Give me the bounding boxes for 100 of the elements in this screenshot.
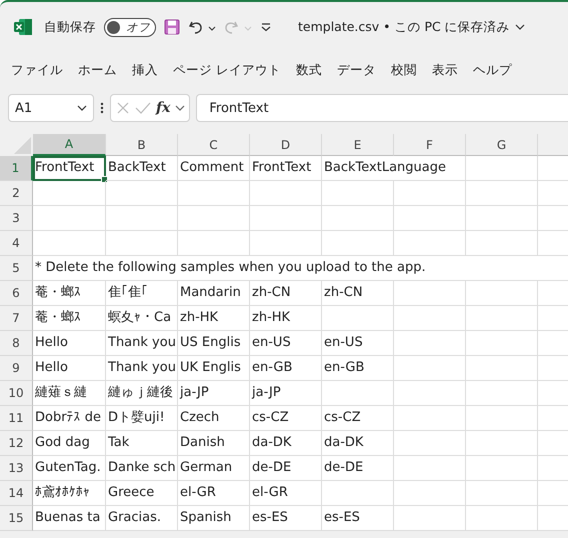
row-header[interactable]: 7: [0, 306, 33, 331]
row-header[interactable]: 8: [0, 331, 33, 356]
table-cell: Hello: [33, 356, 106, 381]
ribbon-tab[interactable]: ホーム: [71, 56, 125, 84]
row-header[interactable]: 1: [0, 156, 33, 181]
table-cell: Czech: [178, 406, 250, 431]
column-header[interactable]: D: [250, 134, 322, 156]
empty-cell: [394, 306, 466, 331]
table-cell: Dト嬖uji!: [106, 406, 178, 431]
table-cell: es-ES: [250, 506, 322, 531]
chevron-down-icon: [514, 23, 525, 31]
table-cell: zh-CN: [322, 281, 394, 306]
row-header[interactable]: 2: [0, 181, 33, 206]
table-cell: BackTextLanguage: [322, 156, 466, 181]
ribbon-tab[interactable]: 挿入: [125, 56, 166, 84]
empty-cell: [106, 231, 178, 256]
ribbon-tab[interactable]: 表示: [424, 56, 466, 84]
empty-cell: [466, 156, 538, 181]
table-cell: BackText: [106, 156, 178, 181]
undo-icon[interactable]: [188, 19, 216, 35]
table-cell: es-ES: [322, 506, 394, 531]
table-cell: Gracias.: [106, 506, 178, 531]
table-cell: ja-JP: [250, 381, 322, 406]
empty-cell: [394, 456, 466, 481]
column-header[interactable]: E: [322, 134, 394, 156]
table-cell: Greece: [106, 481, 178, 506]
table-cell: cs-CZ: [322, 406, 394, 431]
table-cell: Spanish: [178, 506, 250, 531]
table-cell: Danish: [178, 431, 250, 456]
column-header[interactable]: A: [33, 134, 106, 156]
empty-cell: [394, 181, 466, 206]
more-options-icon[interactable]: [100, 102, 104, 114]
empty-cell: [394, 431, 466, 456]
ribbon-tab[interactable]: ファイル: [4, 56, 71, 84]
column-header[interactable]: F: [394, 134, 466, 156]
table-cell: FrontText: [250, 156, 322, 181]
ribbon-tab[interactable]: データ: [330, 56, 384, 84]
empty-cell: [466, 206, 538, 231]
empty-cell: [394, 206, 466, 231]
empty-cell: [250, 181, 322, 206]
table-cell: de-DE: [250, 456, 322, 481]
chevron-down-icon: [77, 104, 87, 112]
empty-cell: [106, 206, 178, 231]
empty-cell: [106, 181, 178, 206]
row-header[interactable]: 12: [0, 431, 33, 456]
name-box[interactable]: A1: [8, 94, 94, 122]
table-cell: Buenas ta: [33, 506, 106, 531]
table-cell: ﾎ鳶ｵﾎｹﾎｬ: [33, 481, 106, 506]
column-header[interactable]: C: [178, 134, 250, 156]
empty-cell: [466, 331, 538, 356]
row-header[interactable]: 11: [0, 406, 33, 431]
ribbon-tab[interactable]: 校閲: [384, 56, 425, 84]
empty-cell: [466, 306, 538, 331]
table-cell: Thank you: [106, 356, 178, 381]
empty-cell: [322, 181, 394, 206]
row-header[interactable]: 9: [0, 356, 33, 381]
empty-cell: [178, 206, 250, 231]
row-header[interactable]: 13: [0, 456, 33, 481]
table-cell: zh-HK: [250, 306, 322, 331]
insert-function-button[interactable]: fx: [156, 100, 170, 116]
ribbon-tab[interactable]: ページ レイアウト: [166, 56, 289, 84]
empty-cell: [466, 281, 538, 306]
empty-cell: [250, 231, 322, 256]
note-text: * Delete the following samples when you upload to the app.: [33, 256, 568, 281]
row-header[interactable]: 14: [0, 481, 33, 506]
excel-logo-icon[interactable]: [14, 19, 32, 35]
empty-cell: [178, 181, 250, 206]
row-header[interactable]: 6: [0, 281, 33, 306]
file-title-button[interactable]: template.csv • この PC に保存済み: [298, 18, 525, 36]
enter-check-icon[interactable]: [135, 101, 151, 115]
empty-cell: [466, 481, 538, 506]
autosave-toggle[interactable]: オフ: [104, 18, 156, 36]
column-header[interactable]: G: [466, 134, 538, 156]
empty-cell: [466, 406, 538, 431]
table-cell: 縺ゅｊ縺後: [106, 381, 178, 406]
table-cell: el-GR: [250, 481, 322, 506]
table-cell: en-US: [250, 331, 322, 356]
empty-cell: [322, 231, 394, 256]
empty-cell: [466, 456, 538, 481]
table-cell: GutenTag.: [33, 456, 106, 481]
save-icon[interactable]: [164, 19, 180, 35]
row-header[interactable]: 15: [0, 506, 33, 531]
table-cell: Tak: [106, 431, 178, 456]
column-header[interactable]: B: [106, 134, 178, 156]
empty-cell: [178, 231, 250, 256]
row-header[interactable]: 5: [0, 256, 33, 281]
table-cell: da-DK: [322, 431, 394, 456]
row-header[interactable]: 3: [0, 206, 33, 231]
empty-cell: [394, 406, 466, 431]
ribbon-tab[interactable]: ヘルプ: [466, 56, 520, 84]
ribbon-tab[interactable]: 数式: [288, 56, 330, 84]
row-header[interactable]: 10: [0, 381, 33, 406]
formula-input[interactable]: FrontText: [196, 94, 568, 122]
table-cell: Thank you: [106, 331, 178, 356]
empty-cell: [394, 356, 466, 381]
redo-icon: [224, 19, 252, 35]
table-cell: Mandarin: [178, 281, 250, 306]
row-header[interactable]: 4: [0, 231, 33, 256]
customize-toolbar-icon[interactable]: [260, 21, 272, 33]
table-cell: en-GB: [250, 356, 322, 381]
